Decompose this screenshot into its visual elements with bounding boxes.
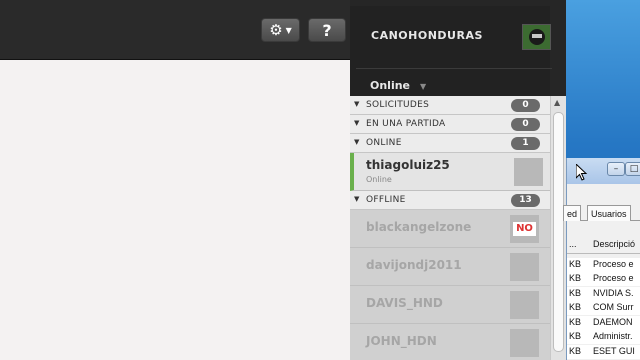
friend-name: thiagoluiz25 [366, 158, 450, 172]
section-label: SOLICITUDES [366, 100, 430, 110]
count-badge: 0 [511, 99, 540, 112]
table-header: ... Descripció [567, 236, 640, 254]
username: CANOHONDURAS [371, 29, 483, 42]
friend-item-offline[interactable]: JOHN_HDN [350, 324, 550, 360]
settings-button[interactable]: ⚙ ▼ [261, 18, 300, 42]
table-row[interactable]: KB COM Surr [567, 301, 640, 315]
chevron-down-icon: ▼ [420, 82, 427, 91]
section-offline[interactable]: ▼ OFFLINE 13 [350, 191, 550, 210]
scroll-up-icon[interactable]: ▲ [554, 98, 560, 107]
gear-icon: ⚙ [269, 21, 283, 39]
no-badge: NO [513, 222, 536, 236]
maximize-button[interactable]: □ [625, 162, 640, 176]
friend-item-offline[interactable]: blackangelzone NO [350, 210, 550, 248]
table-row[interactable]: KB NVIDIA S. [567, 287, 640, 301]
tab-usuarios[interactable]: Usuarios [587, 205, 631, 221]
chevron-down-icon: ▼ [285, 25, 292, 35]
friends-panel-header: CANOHONDURAS Online ▼ [350, 6, 552, 96]
friends-panel: CANOHONDURAS Online ▼ ▼ SOLICITUDES 0 ▼ E… [350, 0, 566, 360]
scroll-thumb[interactable] [553, 112, 564, 352]
friend-name: DAVIS_HND [366, 296, 443, 310]
table-row[interactable]: KB Proceso e [567, 258, 640, 272]
friend-item-offline[interactable]: davijondj2011 [350, 248, 550, 286]
friend-avatar [514, 158, 543, 186]
table-row[interactable]: KB Proceso e [567, 272, 640, 286]
collapse-icon: ▼ [354, 100, 360, 108]
count-badge: 13 [511, 194, 540, 207]
friend-avatar [510, 291, 539, 319]
column-header-description[interactable]: Descripció [593, 239, 635, 249]
avatar[interactable] [522, 24, 551, 50]
mouse-cursor-icon [576, 164, 588, 181]
friends-scrollbar[interactable]: ▲ [550, 96, 566, 360]
section-en-una-partida[interactable]: ▼ EN UNA PARTIDA 0 [350, 115, 550, 134]
main-content-area [0, 61, 350, 360]
friend-name: blackangelzone [366, 220, 472, 234]
minimize-button[interactable]: – [607, 162, 625, 176]
section-label: OFFLINE [366, 195, 406, 205]
count-badge: 1 [511, 137, 540, 150]
table-row[interactable]: KB DAEMON [567, 316, 640, 330]
section-label: ONLINE [366, 138, 402, 148]
table-row[interactable]: KB Administr. [567, 330, 640, 344]
section-online[interactable]: ▼ ONLINE 1 [350, 134, 550, 153]
tab-red[interactable]: ed [563, 205, 582, 221]
section-label: EN UNA PARTIDA [366, 119, 446, 129]
column-header[interactable]: ... [569, 239, 577, 249]
collapse-icon: ▼ [354, 138, 360, 146]
divider [356, 68, 552, 69]
tab-bar: ed Usuarios [563, 205, 640, 221]
friend-item-online[interactable]: thiagoluiz25 Online [350, 153, 550, 191]
friend-status: Online [366, 175, 392, 184]
friend-avatar [510, 329, 539, 357]
collapse-icon: ▼ [354, 119, 360, 127]
collapse-icon: ▼ [354, 195, 360, 203]
friend-name: JOHN_HDN [366, 334, 437, 348]
table-row[interactable]: KB ESET GUI [567, 345, 640, 359]
status-label: Online [370, 79, 411, 92]
friend-avatar: NO [510, 215, 539, 243]
status-dropdown[interactable]: Online ▼ [370, 79, 426, 92]
friend-avatar [510, 253, 539, 281]
task-manager-window: – □ ed Usuarios ... Descripció KB Proceso… [563, 158, 640, 360]
count-badge: 0 [511, 118, 540, 131]
friend-item-offline[interactable]: DAVIS_HND [350, 286, 550, 324]
friend-name: davijondj2011 [366, 258, 462, 272]
friends-list: ▼ SOLICITUDES 0 ▼ EN UNA PARTIDA 0 ▼ ONL… [350, 96, 550, 360]
help-button[interactable]: ? [308, 18, 346, 42]
section-solicitudes[interactable]: ▼ SOLICITUDES 0 [350, 96, 550, 115]
main-toolbar: ⚙ ▼ ? [0, 0, 350, 60]
